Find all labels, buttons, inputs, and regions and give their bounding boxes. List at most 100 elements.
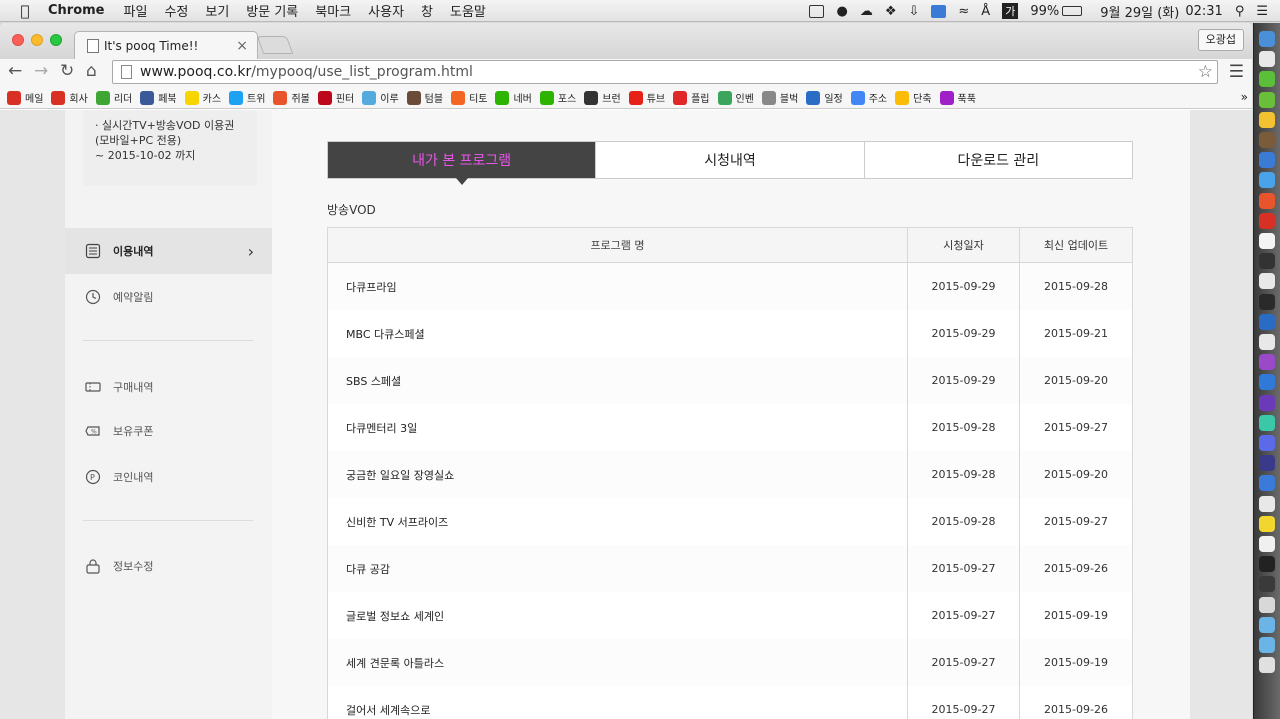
menu-history[interactable]: 방문 기록 — [246, 1, 298, 20]
dock-app-icon[interactable] — [1259, 273, 1275, 290]
new-tab-button[interactable] — [256, 36, 294, 54]
bookmark-item[interactable]: 블벅 — [761, 90, 798, 105]
dock-app-icon[interactable] — [1259, 51, 1275, 68]
bookmark-item[interactable]: 카스 — [184, 90, 221, 105]
dock-app-icon[interactable] — [1259, 111, 1275, 128]
table-row[interactable]: 궁금한 일요일 장영실쇼 2015-09-28 2015-09-20 — [328, 451, 1132, 498]
bookmarks-overflow-icon[interactable]: » — [1241, 90, 1248, 104]
download-icon[interactable]: ⇩ — [908, 4, 919, 19]
menu-window[interactable]: 창 — [421, 1, 433, 20]
dock-app-icon[interactable] — [1259, 394, 1275, 411]
dock-app-icon[interactable] — [1259, 192, 1275, 209]
bookmark-item[interactable]: 쥐볼 — [273, 90, 310, 105]
address-bar[interactable]: www.pooq.co.kr/mypooq/use_list_program.h… — [112, 60, 1218, 84]
dropbox-icon[interactable]: ❖ — [885, 4, 897, 19]
table-row[interactable]: SBS 스페셜 2015-09-29 2015-09-20 — [328, 357, 1132, 404]
menu-file[interactable]: 파일 — [124, 1, 148, 20]
wifi-icon[interactable]: ≈ — [958, 4, 969, 19]
sidebar-item-profile-edit[interactable]: 정보수정 — [65, 543, 272, 589]
dock-app-icon[interactable] — [1259, 132, 1275, 148]
bookmark-item[interactable]: 이루 — [362, 90, 399, 105]
program-name-cell[interactable]: 신비한 TV 서프라이즈 — [328, 498, 908, 545]
spotlight-icon[interactable]: ⚲ — [1235, 4, 1245, 19]
dock-app-icon[interactable] — [1259, 435, 1275, 451]
ime-icon[interactable]: 가 — [1002, 3, 1019, 19]
forward-icon[interactable]: → — [34, 61, 48, 81]
bluetooth-icon[interactable]: Å — [981, 4, 990, 19]
bookmark-item[interactable]: 트위 — [229, 90, 265, 105]
bookmark-item[interactable]: 단축 — [895, 90, 932, 105]
dock-app-icon[interactable] — [1259, 515, 1275, 532]
sidebar-item-reservation[interactable]: 예약알림 — [65, 274, 272, 320]
bookmark-item[interactable]: 브런 — [584, 90, 621, 105]
menu-view[interactable]: 보기 — [205, 1, 229, 20]
bookmark-item[interactable]: 주소 — [850, 90, 887, 105]
dock-app-icon[interactable] — [1259, 71, 1275, 88]
chrome-menu-icon[interactable]: ☰ — [1229, 62, 1244, 82]
bookmark-item[interactable]: 회사 — [51, 90, 88, 105]
dock-app-icon[interactable] — [1259, 233, 1275, 249]
table-row[interactable]: 글로벌 정보쇼 세계인 2015-09-27 2015-09-19 — [328, 592, 1132, 639]
table-row[interactable]: 세계 견문록 아틀라스 2015-09-27 2015-09-19 — [328, 639, 1132, 686]
page-info-icon[interactable] — [121, 65, 132, 79]
dock-app-icon[interactable] — [1259, 536, 1275, 552]
table-row[interactable]: 다큐 공감 2015-09-27 2015-09-26 — [328, 545, 1132, 592]
program-name-cell[interactable]: SBS 스페셜 — [328, 357, 908, 404]
dock-app-icon[interactable] — [1259, 576, 1275, 593]
dock-app-icon[interactable] — [1259, 334, 1275, 350]
battery-icon[interactable] — [1062, 6, 1083, 16]
dock-app-icon[interactable] — [1259, 414, 1275, 431]
dock-app-icon[interactable] — [1259, 637, 1275, 653]
tab-viewing-history[interactable]: 시청내역 — [595, 142, 863, 178]
chat-icon[interactable]: ● — [836, 4, 847, 19]
home-icon[interactable]: ⌂ — [86, 61, 97, 81]
dock-app-icon[interactable] — [1259, 495, 1275, 512]
program-name-cell[interactable]: 걸어서 세계속으로 — [328, 686, 908, 719]
bookmark-item[interactable]: 플립 — [673, 90, 710, 105]
table-row[interactable]: 다큐프라임 2015-09-29 2015-09-28 — [328, 263, 1132, 310]
minimize-window-button[interactable] — [31, 34, 43, 46]
app-menu[interactable]: Chrome — [48, 3, 105, 18]
tab-download-management[interactable]: 다운로드 관리 — [863, 142, 1132, 178]
menu-bookmarks[interactable]: 북마크 — [315, 1, 351, 20]
dock-app-icon[interactable] — [1259, 172, 1275, 189]
program-name-cell[interactable]: 다큐멘터리 3일 — [328, 404, 908, 451]
program-name-cell[interactable]: 세계 견문록 아틀라스 — [328, 639, 908, 686]
zoom-window-button[interactable] — [50, 34, 62, 46]
dock-app-icon[interactable] — [1259, 616, 1275, 633]
table-row[interactable]: 걸어서 세계속으로 2015-09-27 2015-09-26 — [328, 686, 1132, 719]
program-name-cell[interactable]: 다큐 공감 — [328, 545, 908, 592]
table-row[interactable]: 신비한 TV 서프라이즈 2015-09-28 2015-09-27 — [328, 498, 1132, 545]
sidebar-item-coins[interactable]: P 코인내역 — [65, 454, 272, 500]
airplay-icon[interactable] — [809, 4, 825, 18]
close-window-button[interactable] — [12, 34, 24, 46]
program-name-cell[interactable]: 글로벌 정보쇼 세계인 — [328, 592, 908, 639]
menu-edit[interactable]: 수정 — [164, 1, 188, 20]
profile-button[interactable]: 오광섭 — [1197, 29, 1244, 51]
bookmark-item[interactable]: 핀터 — [317, 90, 354, 105]
bookmark-item[interactable]: 푹푹 — [939, 90, 976, 105]
program-name-cell[interactable]: 다큐프라임 — [328, 263, 908, 310]
cloud-icon[interactable]: ☁ — [860, 4, 873, 19]
bookmark-item[interactable]: 포스 — [539, 90, 576, 105]
program-name-cell[interactable]: 궁금한 일요일 장영실쇼 — [328, 451, 908, 498]
bookmark-star-icon[interactable]: ☆ — [1198, 62, 1213, 82]
dock-app-icon[interactable] — [1259, 455, 1275, 472]
bookmark-item[interactable]: 페북 — [140, 90, 177, 105]
dock-app-icon[interactable] — [1259, 253, 1275, 270]
dock-app-icon[interactable] — [1259, 293, 1275, 310]
dock-app-icon[interactable] — [1259, 313, 1275, 330]
bookmark-item[interactable]: 메일 — [7, 90, 43, 105]
dock-app-icon[interactable] — [1259, 91, 1275, 108]
browser-tab[interactable]: It's pooq Time!! × — [74, 31, 258, 59]
sidebar-item-purchases[interactable]: 구매내역 — [65, 364, 272, 410]
bookmark-item[interactable]: 티토 — [451, 90, 487, 105]
bookmark-item[interactable]: 텀블 — [406, 90, 443, 105]
bookmark-item[interactable]: 인벤 — [717, 90, 754, 105]
dock-app-icon[interactable] — [1259, 31, 1275, 47]
teamviewer-icon[interactable] — [931, 4, 947, 18]
apple-icon[interactable]:  — [16, 2, 34, 20]
dock-app-icon[interactable] — [1259, 657, 1275, 674]
reload-icon[interactable]: ↻ — [60, 61, 74, 81]
bookmark-item[interactable]: 리더 — [95, 90, 132, 105]
